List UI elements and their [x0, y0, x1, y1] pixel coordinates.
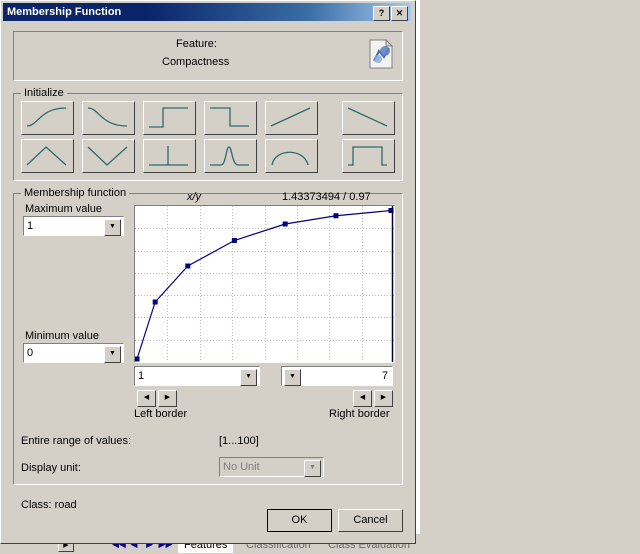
- entire-range-label: Entire range of values:: [21, 435, 132, 447]
- xy-readout: 1.43373494 / 0.97: [282, 191, 371, 203]
- chart-point-marker[interactable]: [134, 356, 140, 362]
- dialog-titlebar[interactable]: Membership Function ? ✕: [3, 3, 411, 21]
- help-button[interactable]: ?: [373, 6, 390, 21]
- chart-point-marker[interactable]: [231, 238, 237, 243]
- feature-name: Compactness: [162, 56, 230, 68]
- display-unit-combo: No Unit ▼: [219, 457, 324, 477]
- display-unit-value: No Unit: [223, 461, 260, 473]
- membership-function-group-label: Membership function: [21, 187, 130, 199]
- linear-increasing-button[interactable]: [265, 101, 318, 135]
- chart-line: [136, 209, 392, 360]
- document-feature-icon[interactable]: [368, 38, 395, 70]
- display-unit-label: Display unit:: [21, 462, 81, 474]
- step-down-button[interactable]: [204, 101, 257, 135]
- close-button[interactable]: ✕: [391, 6, 408, 21]
- v-shape-button[interactable]: [82, 139, 135, 173]
- right-pane: water-impervious surfaceroadroad 1road_2…: [420, 0, 640, 554]
- left-border-inc-button[interactable]: ▶: [158, 390, 177, 407]
- left-border-combo[interactable]: 1 ▼: [134, 366, 260, 386]
- minimum-value-combo[interactable]: 0 ▼: [23, 343, 124, 363]
- gaussian-button[interactable]: [204, 139, 257, 173]
- left-border-label: Left border: [134, 408, 188, 420]
- maximum-value-combo[interactable]: 1 ▼: [23, 216, 124, 236]
- right-border-inc-button[interactable]: ▶: [374, 390, 393, 407]
- left-border-chevron-down-icon[interactable]: ▼: [240, 369, 257, 386]
- membership-function-dialog: Membership Function ? ✕ Feature: Compact…: [0, 0, 416, 544]
- initialize-group-label: Initialize: [21, 87, 67, 99]
- triangle-button[interactable]: [21, 139, 74, 173]
- right-border-chevron-down-icon[interactable]: ▼: [284, 369, 301, 386]
- minimum-value-chevron-down-icon[interactable]: ▼: [104, 346, 121, 363]
- feature-label: Feature:: [176, 38, 217, 50]
- chart-point-marker[interactable]: [152, 299, 158, 305]
- chart-point-marker[interactable]: [333, 213, 339, 219]
- minimum-value-text: 0: [27, 347, 34, 359]
- step-up-button[interactable]: [143, 101, 196, 135]
- entire-range-value: [1...100]: [219, 435, 259, 447]
- class-label: Class: road: [21, 499, 77, 511]
- maximum-value-label: Maximum value: [25, 203, 103, 215]
- dialog-title: Membership Function: [7, 6, 122, 18]
- s-curve-increasing-button[interactable]: [21, 101, 74, 135]
- rectangle-button[interactable]: [342, 139, 395, 173]
- display-unit-chevron-down-icon: ▼: [304, 460, 321, 477]
- plateau-button[interactable]: [265, 139, 318, 173]
- cancel-button[interactable]: Cancel: [338, 509, 403, 532]
- right-border-combo[interactable]: ▼ 7: [281, 366, 393, 386]
- left-border-dec-button[interactable]: ◀: [137, 390, 156, 407]
- chart-point-marker[interactable]: [282, 221, 288, 227]
- right-border-label: Right border: [329, 408, 390, 420]
- minimum-value-label: Minimum value: [25, 330, 99, 342]
- membership-function-chart[interactable]: [134, 205, 395, 363]
- maximum-value-text: 1: [27, 220, 34, 232]
- right-border-value: 7: [381, 370, 388, 382]
- s-curve-decreasing-button[interactable]: [82, 101, 135, 135]
- maximum-value-chevron-down-icon[interactable]: ▼: [104, 219, 121, 236]
- chart-point-marker[interactable]: [185, 263, 191, 269]
- left-border-value: 1: [138, 370, 145, 382]
- feature-header-box: Feature: Compactness: [13, 31, 403, 81]
- singleton-button[interactable]: [143, 139, 196, 173]
- ok-button[interactable]: OK: [267, 509, 332, 532]
- linear-decreasing-button[interactable]: [342, 101, 395, 135]
- chart-canvas: [134, 206, 394, 362]
- right-border-dec-button[interactable]: ◀: [353, 390, 372, 407]
- xy-axis-label: x/y: [187, 191, 202, 203]
